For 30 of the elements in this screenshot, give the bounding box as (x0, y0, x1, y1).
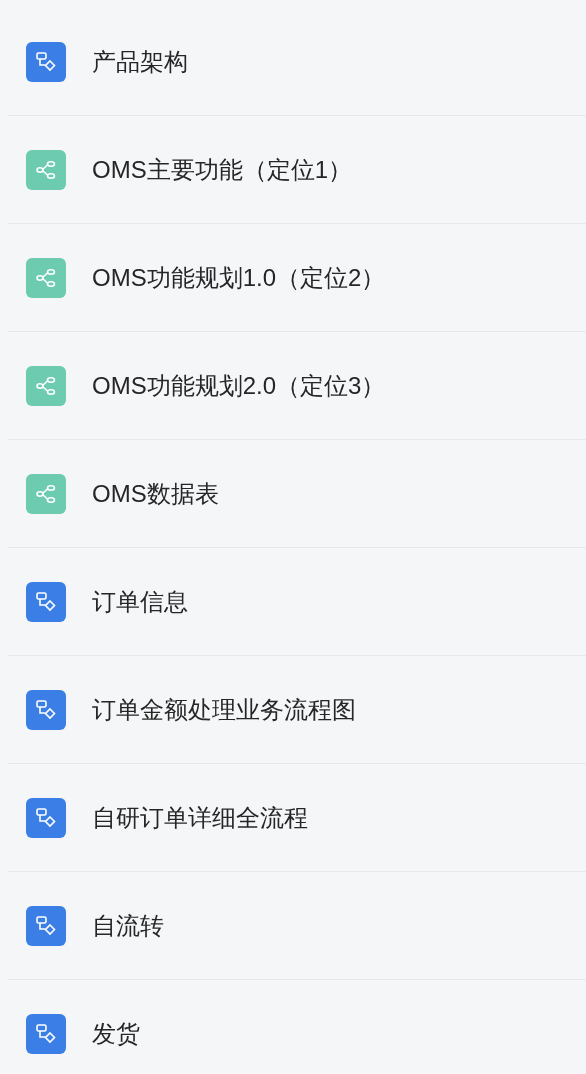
flowchart-icon (26, 581, 66, 622)
document-item[interactable]: 发货 (8, 980, 586, 1074)
document-title: OMS主要功能（定位1） (92, 154, 352, 185)
document-title: 自研订单详细全流程 (92, 802, 308, 833)
document-item[interactable]: OMS功能规划1.0（定位2） (8, 224, 586, 332)
mind-map-icon (26, 257, 66, 298)
document-title: OMS功能规划2.0（定位3） (92, 370, 386, 401)
mind-map-icon (26, 149, 66, 190)
document-item[interactable]: OMS数据表 (8, 440, 586, 548)
document-item[interactable]: OMS主要功能（定位1） (8, 116, 586, 224)
document-title: OMS功能规划1.0（定位2） (92, 262, 386, 293)
flowchart-icon (26, 905, 66, 946)
mind-map-icon (26, 473, 66, 514)
document-title: OMS数据表 (92, 478, 219, 509)
flowchart-icon (26, 41, 66, 82)
document-item[interactable]: 产品架构 (8, 8, 586, 116)
document-item[interactable]: OMS功能规划2.0（定位3） (8, 332, 586, 440)
document-title: 自流转 (92, 910, 164, 941)
document-item[interactable]: 自研订单详细全流程 (8, 764, 586, 872)
document-item[interactable]: 订单信息 (8, 548, 586, 656)
flowchart-icon (26, 1013, 66, 1054)
document-title: 订单信息 (92, 586, 188, 617)
document-title: 产品架构 (92, 46, 188, 77)
document-item[interactable]: 订单金额处理业务流程图 (8, 656, 586, 764)
mind-map-icon (26, 365, 66, 406)
document-title: 发货 (92, 1018, 140, 1049)
document-title: 订单金额处理业务流程图 (92, 694, 356, 725)
document-item[interactable]: 自流转 (8, 872, 586, 980)
flowchart-icon (26, 797, 66, 838)
flowchart-icon (26, 689, 66, 730)
